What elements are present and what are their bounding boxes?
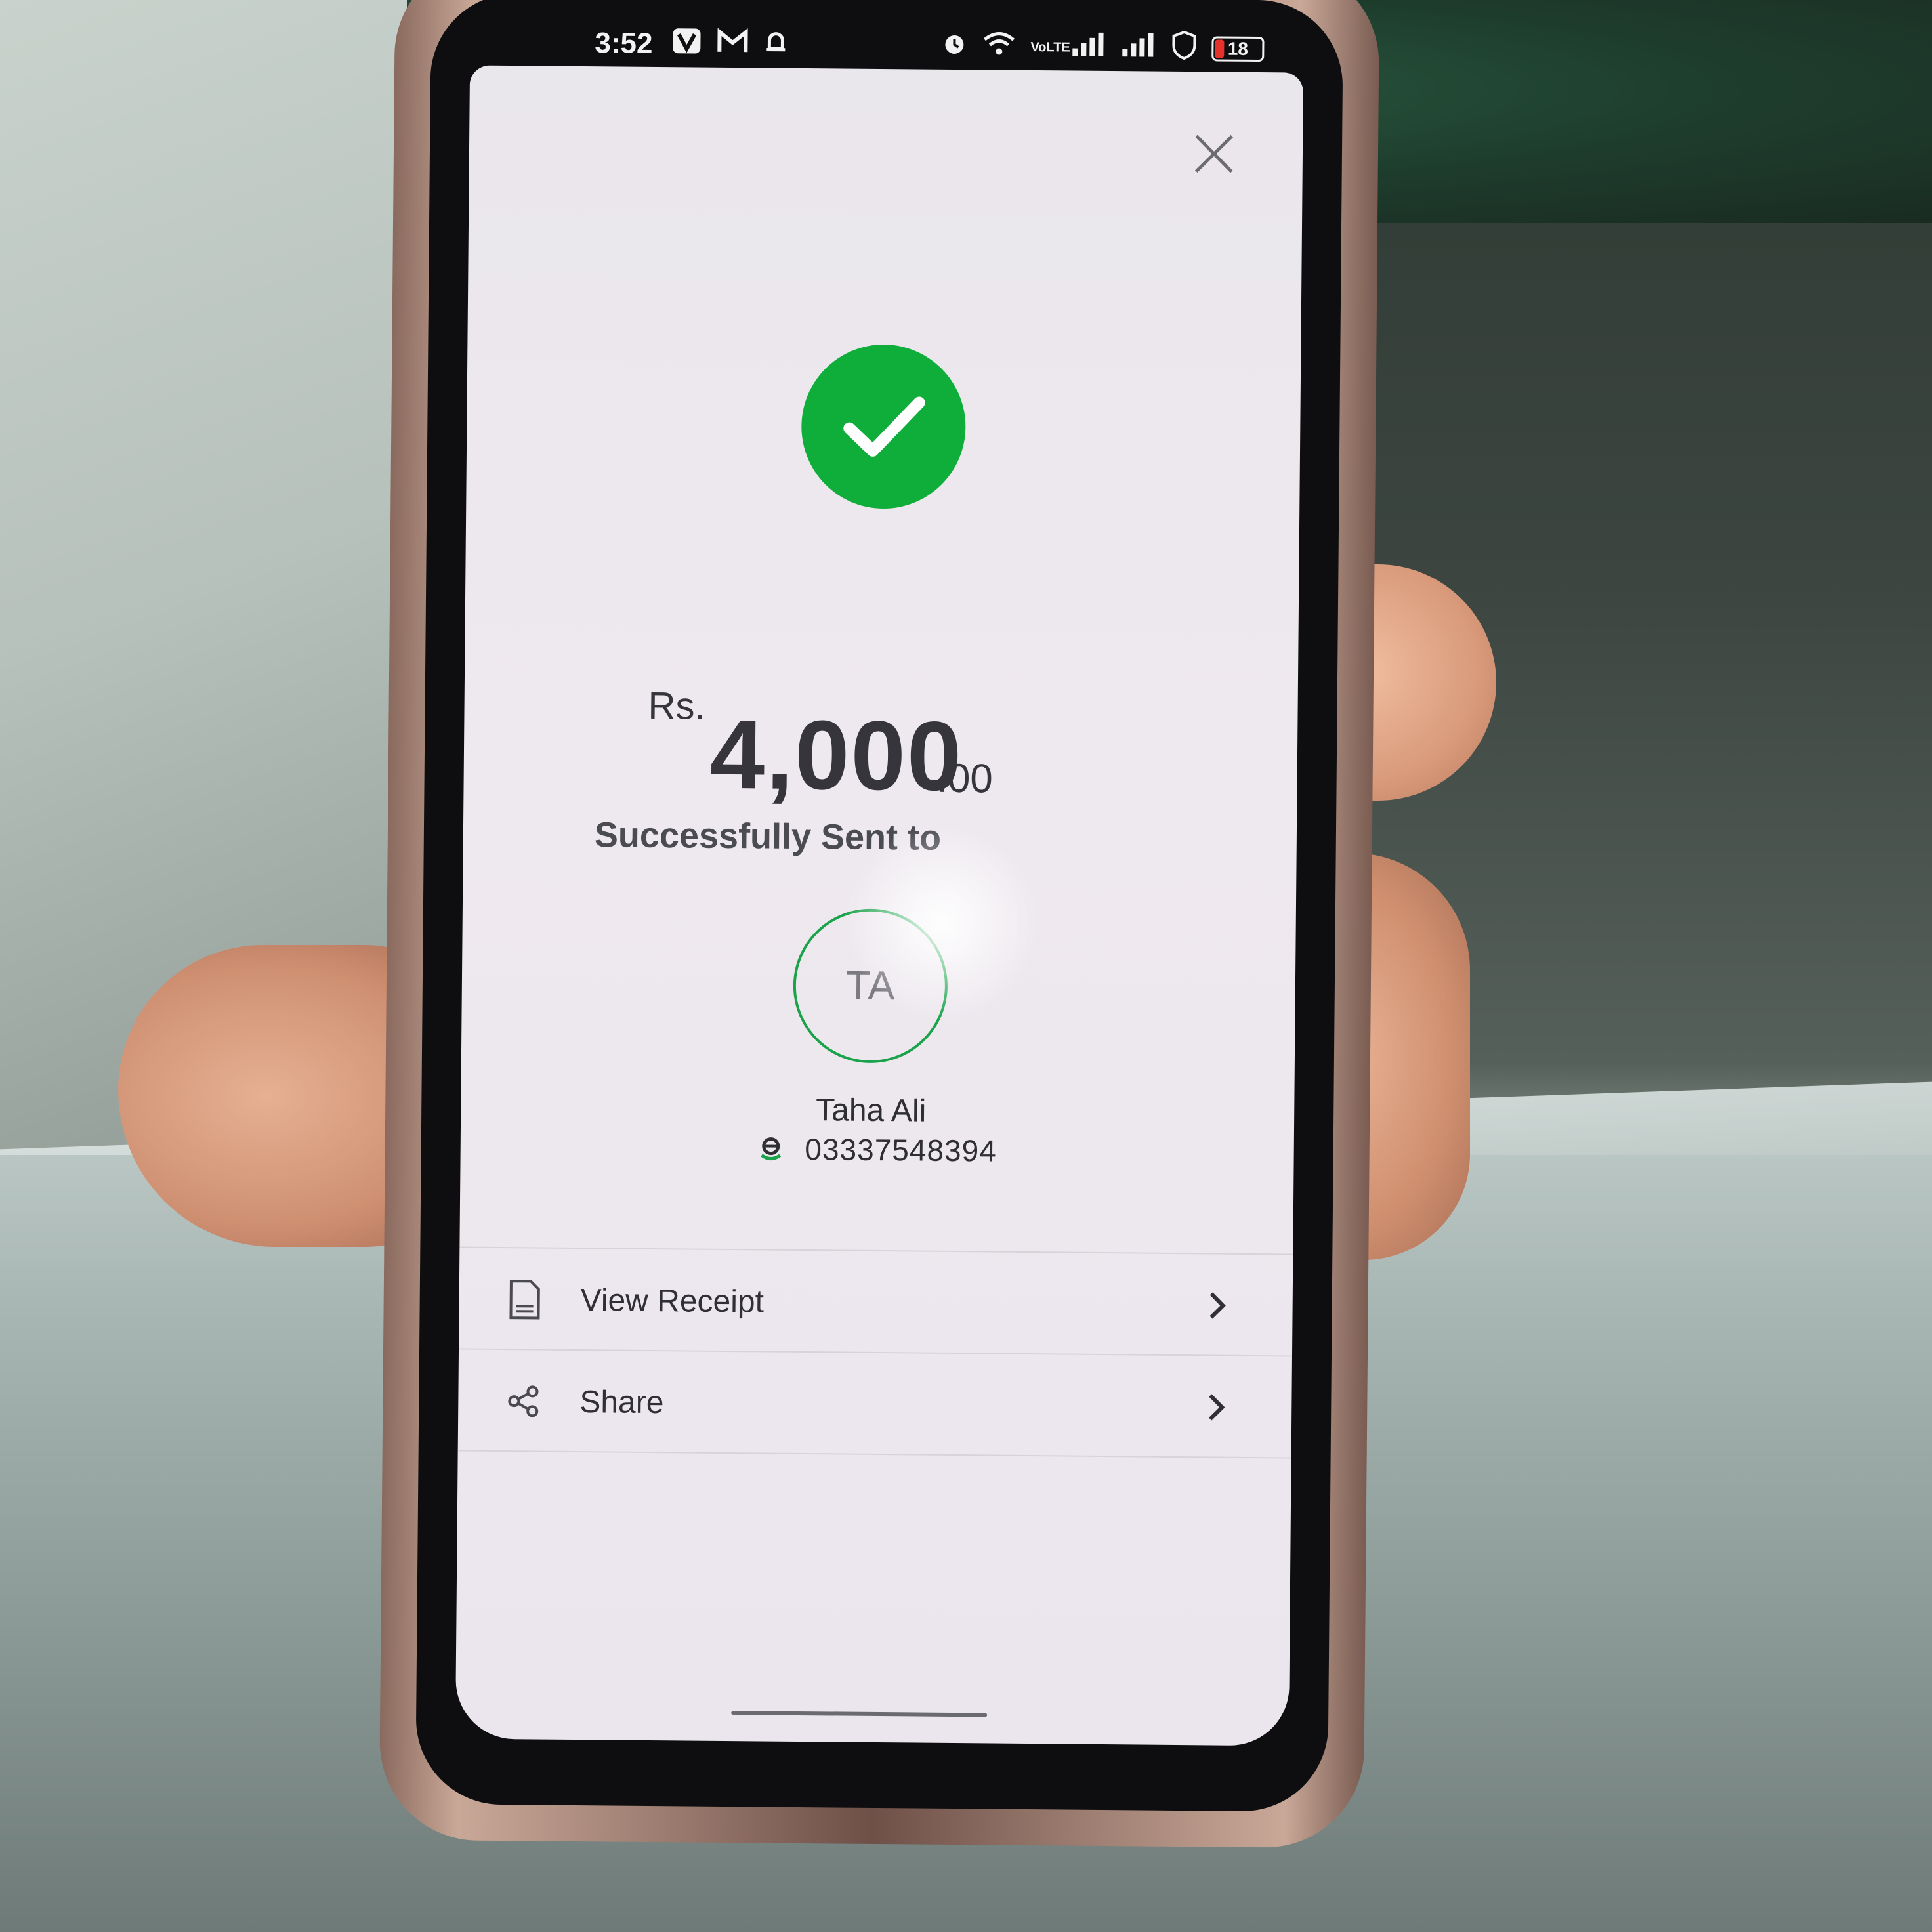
check-icon (843, 396, 925, 457)
phone-case: 3:52 VoLTE 18 Rs. 4,000 .00 Successfully… (379, 0, 1380, 1849)
status-bar: 3:52 VoLTE 18 (529, 20, 1265, 72)
amount-minor: .00 (936, 755, 994, 802)
share-button[interactable]: Share (458, 1354, 1292, 1454)
v-icon (672, 28, 701, 60)
phone-bezel: 3:52 VoLTE 18 Rs. 4,000 .00 Successfully… (415, 0, 1344, 1813)
amount-currency: Rs. (648, 684, 705, 728)
bell-icon (764, 28, 788, 61)
view-receipt-label: View Receipt (580, 1282, 765, 1319)
chevron-right-icon (1200, 1289, 1233, 1322)
transfer-status-text: Successfully Sent to (594, 815, 942, 858)
photo-scene: 3:52 VoLTE 18 Rs. 4,000 .00 Successfully… (0, 0, 1932, 1932)
amount-display: Rs. 4,000 .00 (647, 671, 1108, 811)
battery-level: 18 (1227, 38, 1249, 59)
view-receipt-button[interactable]: View Receipt (459, 1253, 1293, 1352)
receipt-icon (505, 1278, 545, 1321)
easypaisa-icon (757, 1133, 784, 1169)
status-time: 3:52 (595, 27, 653, 60)
amount-major: 4,000 (709, 698, 964, 812)
chevron-right-icon (1200, 1391, 1232, 1423)
battery-indicator: 18 (1211, 36, 1265, 62)
wifi-icon (982, 30, 1016, 64)
volte-icon: VoLTE (1030, 39, 1070, 55)
close-button[interactable] (1185, 124, 1244, 184)
share-icon (504, 1385, 543, 1418)
recipient-number: 03337548394 (805, 1132, 998, 1168)
shield-icon (1171, 30, 1197, 66)
gmail-icon (717, 28, 748, 61)
recipient-number-row: 03337548394 (460, 1128, 1293, 1173)
payment-success-screen: Rs. 4,000 .00 Successfully Sent to TA Ta… (455, 65, 1304, 1746)
avatar-initials: TA (845, 963, 895, 1009)
home-indicator[interactable] (731, 1711, 988, 1717)
share-label: Share (579, 1384, 664, 1420)
close-icon (1194, 135, 1233, 173)
recipient-name: Taha Ali (815, 1093, 927, 1129)
recipient-avatar: TA (792, 908, 948, 1064)
success-badge (801, 343, 967, 510)
signal-icon (1071, 31, 1106, 64)
signal-icon-2 (1121, 32, 1156, 65)
alarm-icon (941, 30, 967, 63)
